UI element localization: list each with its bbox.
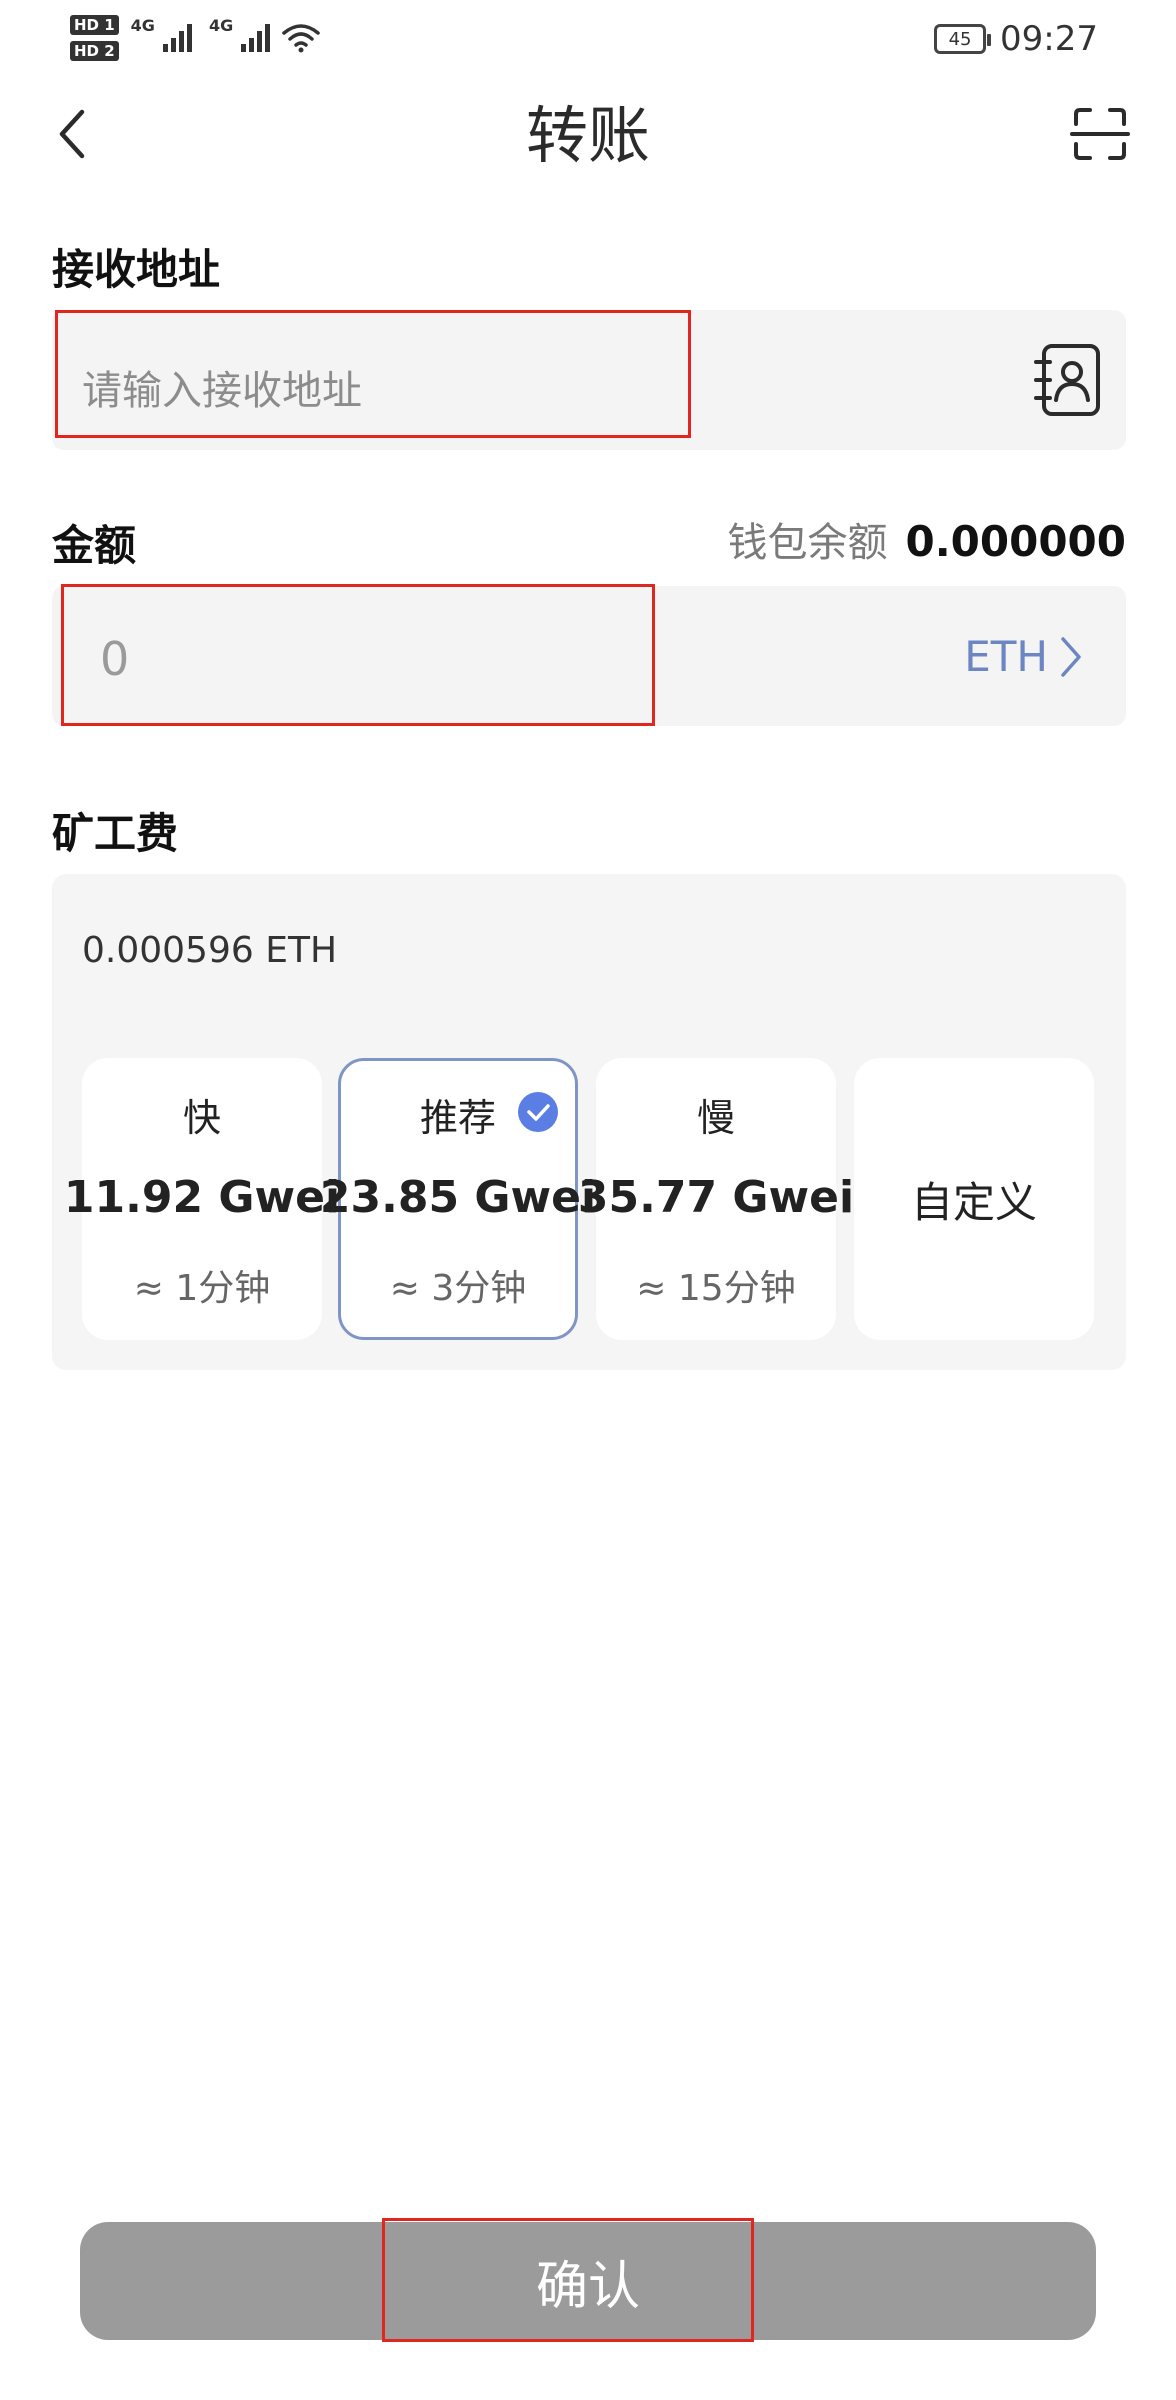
address-book-icon	[1034, 344, 1100, 416]
battery-icon: 45	[934, 24, 992, 54]
page-title: 转账	[525, 99, 650, 172]
signal-icon	[162, 24, 192, 52]
fee-option-name: 慢	[696, 1096, 735, 1140]
network-type-2: 4G	[208, 16, 234, 35]
wifi-icon	[282, 24, 320, 53]
fee-option-time: ≈ 3分钟	[389, 1268, 527, 1309]
clock: 09:27	[1000, 19, 1098, 59]
fee-label: 矿工费	[52, 809, 179, 858]
status-bar-right: 45 09:27	[934, 14, 1098, 64]
balance-value: 0.000000	[905, 517, 1126, 566]
hd-badge-1: HD 1	[70, 15, 119, 35]
receiver-highlight-box	[55, 310, 691, 438]
hd-badge-2: HD 2	[70, 41, 119, 61]
sim-indicators: HD 1 HD 2	[70, 15, 119, 61]
amount-highlight-box	[61, 584, 655, 726]
token-symbol: ETH	[964, 632, 1048, 681]
receiver-label: 接收地址	[52, 245, 221, 294]
fee-option-gwei: 23.85 Gwei	[319, 1172, 597, 1223]
fee-option-name: 自定义	[910, 1177, 1037, 1227]
status-bar-left: HD 1 HD 2 4G 4G	[70, 8, 321, 68]
scan-icon	[1070, 108, 1130, 160]
fee-option-recommended[interactable]: 推荐 23.85 Gwei ≈ 3分钟	[320, 1058, 596, 1340]
fee-option-slow[interactable]: 慢 35.77 Gwei ≈ 15分钟	[578, 1058, 854, 1340]
balance-label: 钱包余额	[727, 520, 888, 566]
scan-button[interactable]	[1070, 104, 1130, 164]
token-selector[interactable]: ETH	[964, 632, 1084, 681]
chevron-right-icon	[1061, 636, 1081, 677]
check-circle-icon	[518, 1092, 558, 1132]
fee-option-name: 推荐	[419, 1096, 496, 1140]
address-book-button[interactable]	[1030, 342, 1106, 418]
fee-card: 0.000596 ETH 快 11.92 Gwei ≈ 1分钟 推荐 23.85…	[52, 874, 1126, 1370]
confirm-highlight-box	[382, 2218, 754, 2342]
amount-label: 金额	[52, 521, 137, 570]
fee-option-time: ≈ 15分钟	[636, 1268, 796, 1309]
fee-option-gwei: 11.92 Gwei	[63, 1172, 341, 1223]
fee-option-custom[interactable]: 自定义	[854, 1058, 1094, 1340]
signal-icon	[241, 24, 271, 52]
battery-level: 45	[948, 28, 972, 50]
fee-option-time: ≈ 1分钟	[133, 1268, 271, 1309]
network-type-1: 4G	[130, 16, 155, 35]
wallet-balance: 钱包余额 0.000000	[727, 510, 1126, 568]
fee-value: 0.000596 ETH	[82, 930, 338, 971]
fee-option-gwei: 35.77 Gwei	[577, 1172, 855, 1223]
fee-option-fast[interactable]: 快 11.92 Gwei ≈ 1分钟	[64, 1058, 340, 1340]
fee-option-name: 快	[182, 1096, 221, 1140]
